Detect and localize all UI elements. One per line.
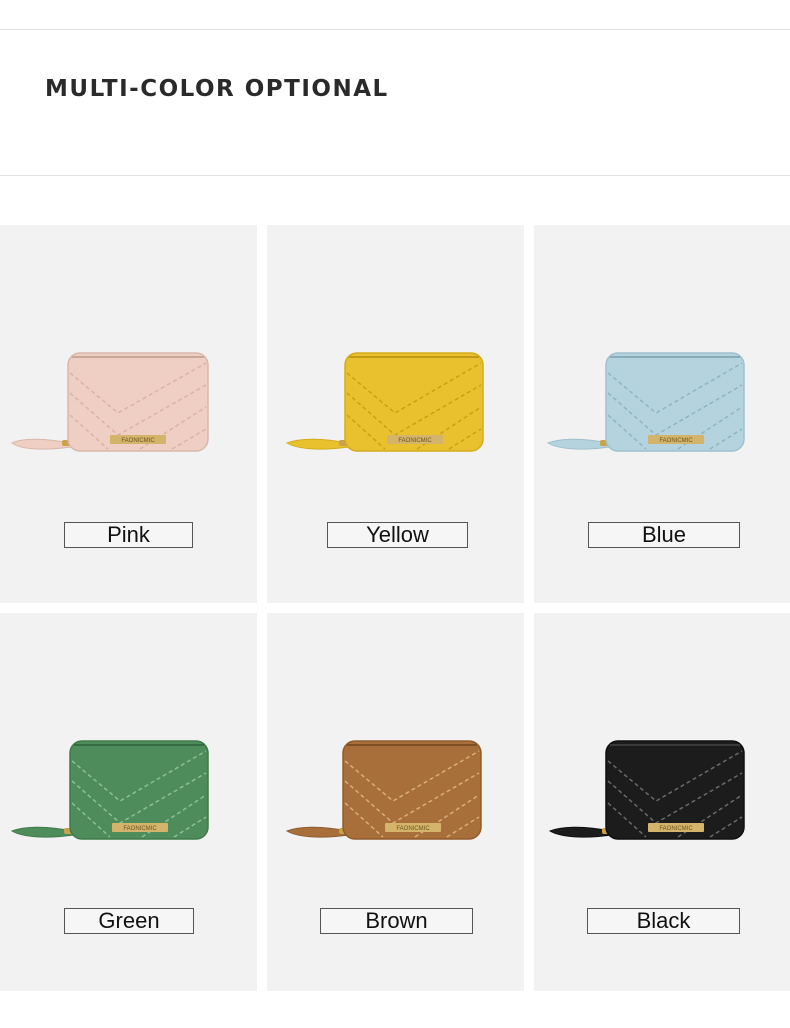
brand-plate-text: FAONICMIC <box>398 438 432 444</box>
color-tile-yellow[interactable]: FAONICMIC Yellow <box>267 225 524 603</box>
color-label-green: Green <box>64 908 194 934</box>
bottom-divider <box>0 175 790 176</box>
color-tile-pink[interactable]: FAONICMIC Pink <box>0 225 257 603</box>
color-label-brown: Brown <box>320 908 473 934</box>
wallet-image: FAONICMIC <box>285 740 482 840</box>
wallet-image: FAONICMIC <box>11 352 209 452</box>
wallet-image: FAONICMIC <box>10 740 209 840</box>
color-tile-brown[interactable]: FAONICMIC Brown <box>267 613 524 991</box>
wallet-image: FAONICMIC <box>546 352 745 452</box>
color-tile-green[interactable]: FAONICMIC Green <box>0 613 257 991</box>
color-label-yellow: Yellow <box>327 522 468 548</box>
color-tile-black[interactable]: FAONICMIC Black <box>534 613 790 991</box>
brand-plate-text: FAONICMIC <box>396 826 430 832</box>
color-tile-blue[interactable]: FAONICMIC Blue <box>534 225 790 603</box>
color-label-black: Black <box>587 908 740 934</box>
brand-plate-text: FAONICMIC <box>659 438 693 444</box>
wallet-image: FAONICMIC <box>548 740 745 840</box>
color-label-pink: Pink <box>64 522 193 548</box>
brand-plate-text: FAONICMIC <box>121 438 155 444</box>
top-divider <box>0 29 790 30</box>
wallet-image: FAONICMIC <box>285 352 484 452</box>
brand-plate-text: FAONICMIC <box>659 826 693 832</box>
brand-plate-text: FAONICMIC <box>123 826 157 832</box>
section-heading: MULTI-COLOR OPTIONAL <box>45 76 389 102</box>
color-label-blue: Blue <box>588 522 740 548</box>
